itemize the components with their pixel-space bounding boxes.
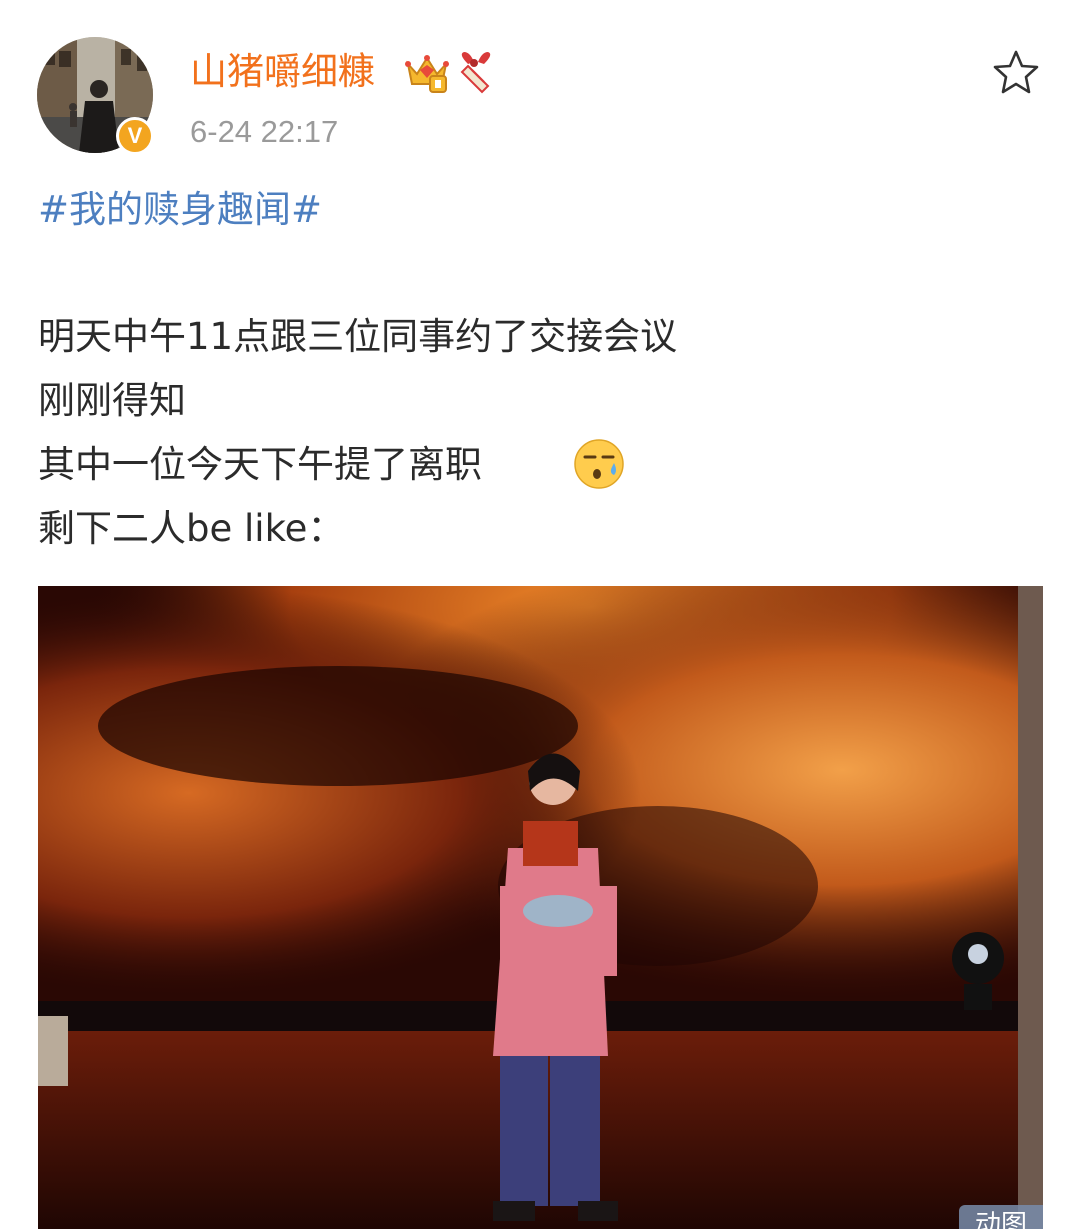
verified-badge: V	[116, 117, 154, 155]
gif-badge: 动图	[959, 1205, 1043, 1229]
post-text-line: 剩下二人be like：	[38, 507, 345, 550]
username[interactable]: 山猪嚼细糠	[190, 48, 375, 96]
post-text-line: 刚刚得知	[38, 379, 186, 422]
post-gif[interactable]: 动图	[38, 586, 1043, 1229]
post-text-line: 其中一位今天下午提了离职	[38, 443, 482, 486]
favorite-star-icon[interactable]	[990, 48, 1042, 98]
crown-icon	[405, 55, 449, 93]
hashtag-link[interactable]: #我的赎身趣闻#	[38, 186, 322, 234]
gif-frame-image	[38, 586, 1043, 1229]
sweat-face-emoji	[574, 439, 624, 489]
post-header: V 山猪嚼细糠 6-24 22:17	[0, 0, 1080, 170]
timestamp: 6-24 22:17	[190, 114, 339, 149]
post-text-line: 明天中午11点跟三位同事约了交接会议	[38, 315, 678, 358]
gift-icon	[460, 52, 491, 94]
